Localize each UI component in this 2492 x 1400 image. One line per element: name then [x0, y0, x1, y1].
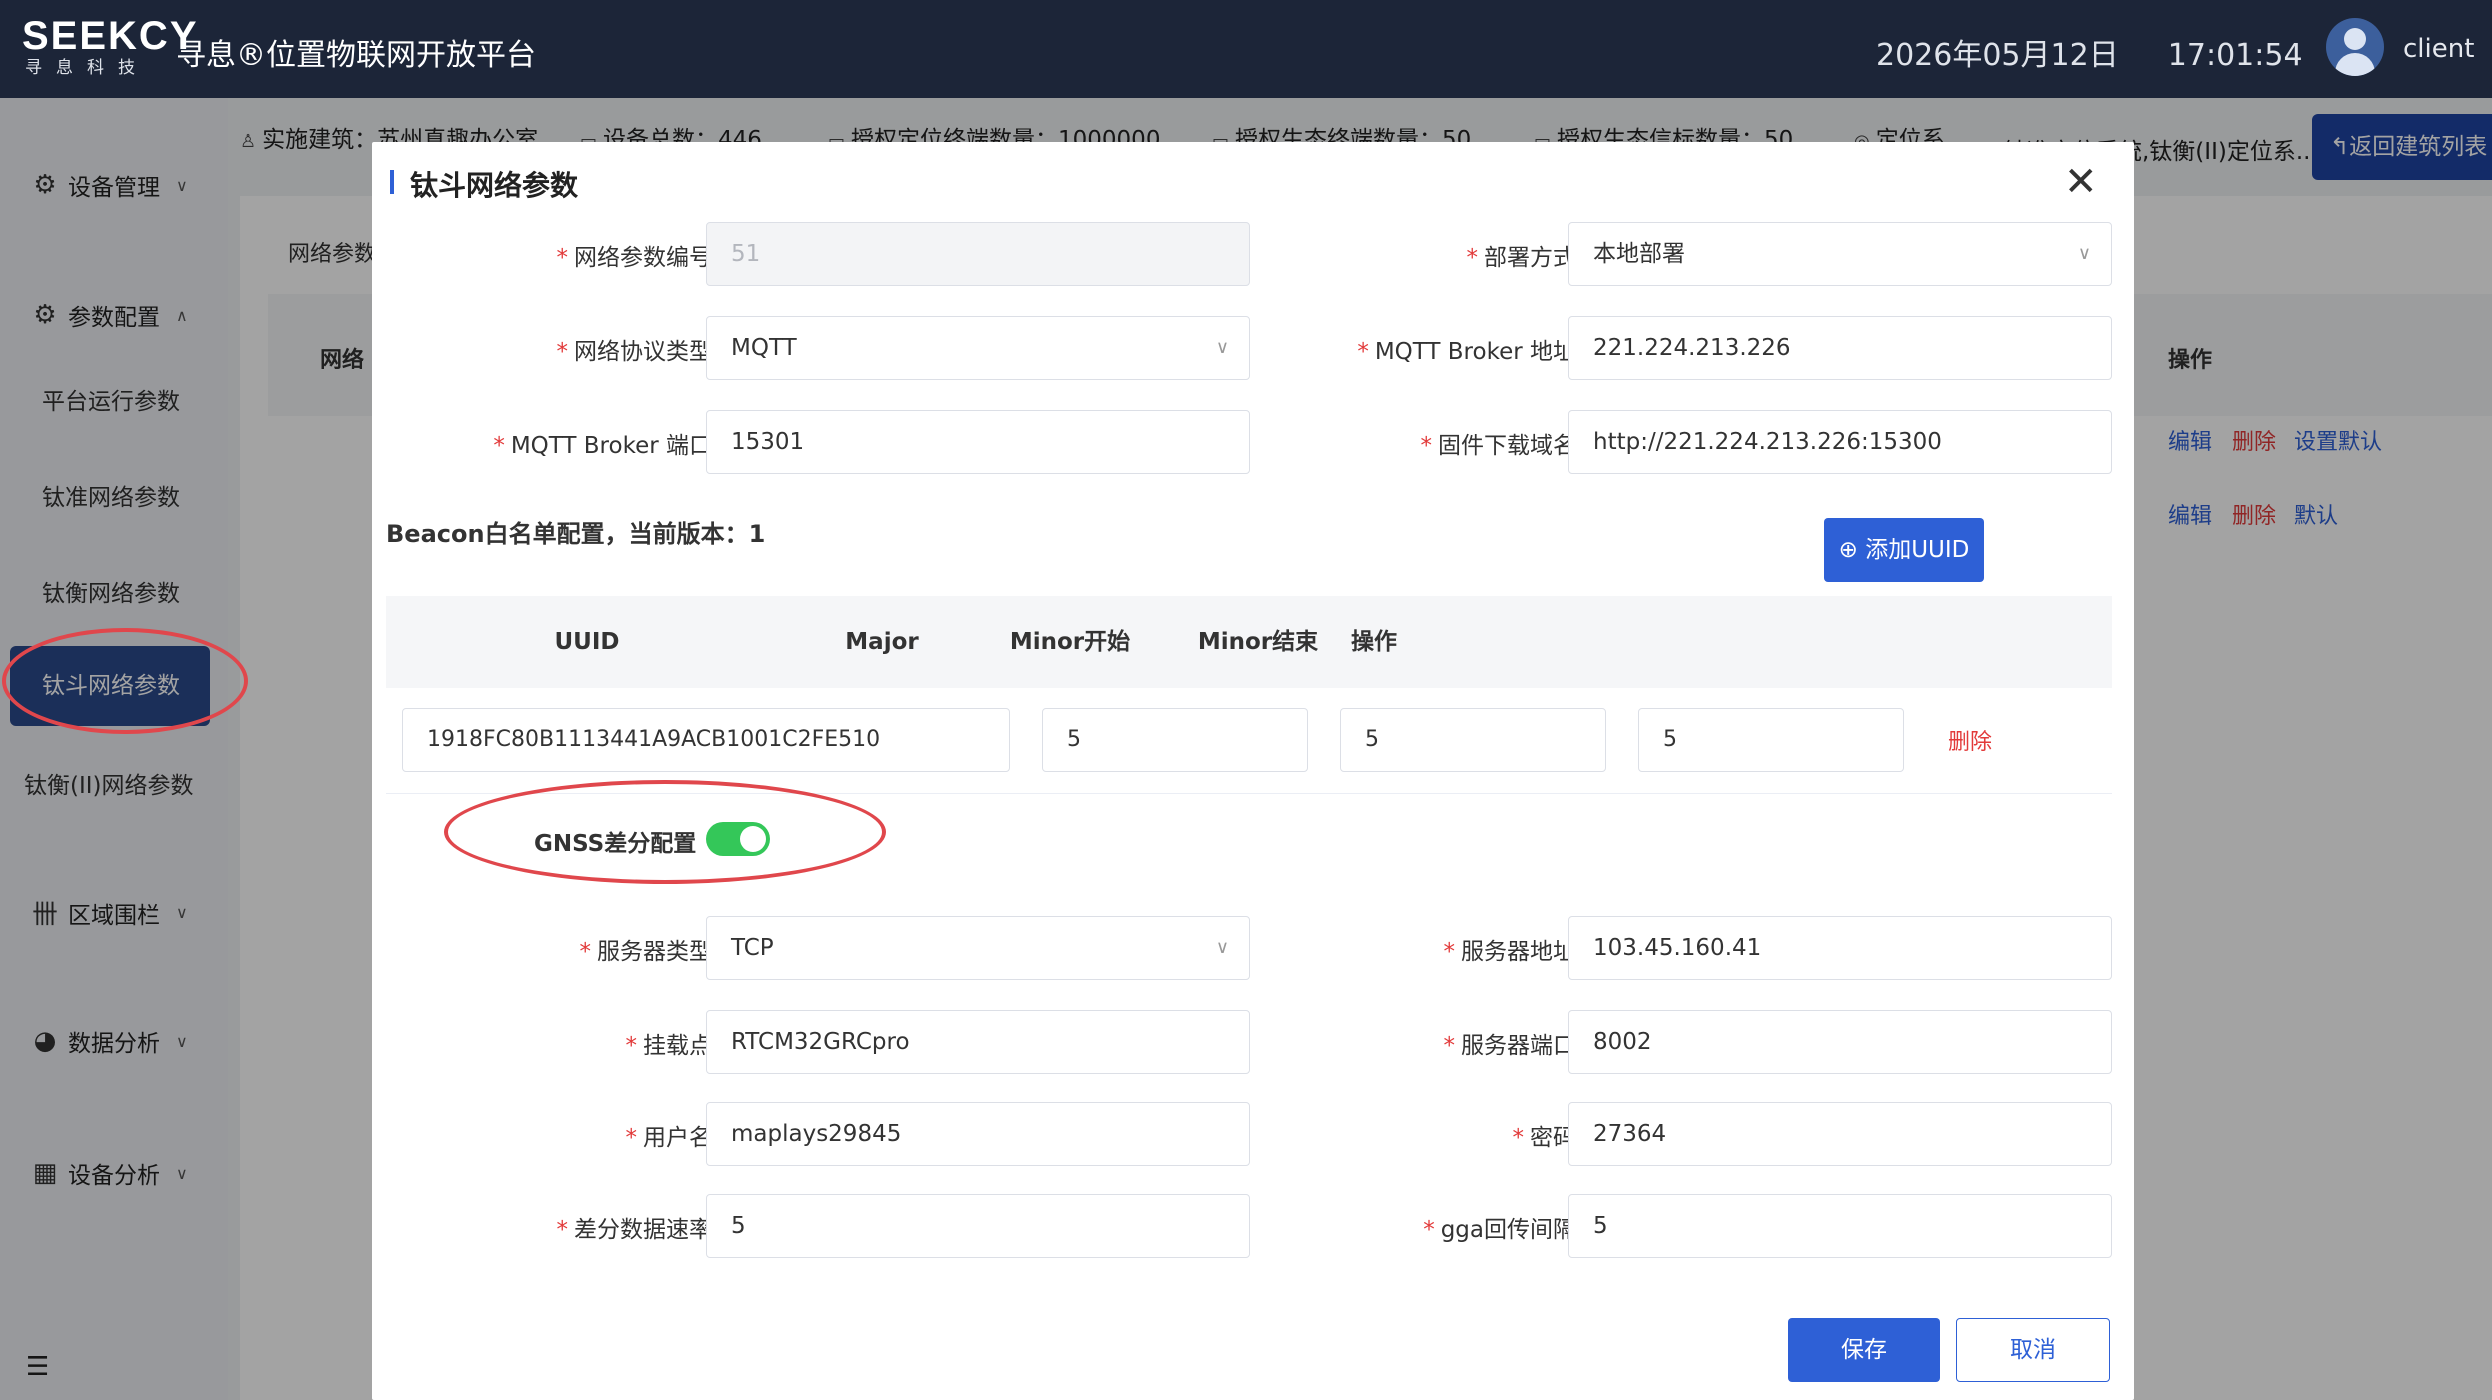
save-button[interactable]: 保存: [1788, 1318, 1940, 1382]
row-delete-link[interactable]: 删除: [1948, 724, 1992, 756]
mount-point-input[interactable]: RTCM32GRCpro: [706, 1010, 1250, 1074]
title-accent-bar: [390, 170, 394, 194]
username-label: * 用户名: [625, 1125, 713, 1151]
server-port-label: * 服务器端口: [1443, 1033, 1577, 1059]
avatar-body-shape: [2335, 53, 2375, 76]
deploy-select-value: 本地部署: [1593, 241, 1685, 267]
param-id-label: * 网络参数编号: [556, 245, 713, 271]
server-addr-label: * 服务器地址: [1443, 939, 1577, 965]
avatar[interactable]: [2326, 18, 2384, 76]
protocol-select-value: MQTT: [731, 335, 797, 361]
top-header: SEEKCY 寻息科技 寻息®位置物联网开放平台 2026年05月12日 17:…: [0, 0, 2492, 98]
gga-interval-label: * gga回传间隔: [1423, 1217, 1576, 1243]
plus-circle-icon: ⊕: [1838, 537, 1858, 563]
username-input[interactable]: maplays29845: [706, 1102, 1250, 1166]
gnss-toggle-switch[interactable]: [706, 822, 770, 856]
add-uuid-label: 添加UUID: [1865, 537, 1970, 563]
switch-knob: [740, 826, 766, 852]
server-port-input[interactable]: 8002: [1568, 1010, 2112, 1074]
logo-subtext: 寻息科技: [25, 58, 149, 78]
column-action: 操作: [1351, 629, 1397, 655]
server-type-value: TCP: [731, 935, 774, 961]
date-text: 2026年05月12日: [1876, 38, 2119, 73]
uuid-input[interactable]: 1918FC80B1113441A9ACB1001C2FE510: [402, 708, 1010, 772]
major-input[interactable]: 5: [1042, 708, 1308, 772]
column-uuid: UUID: [554, 629, 620, 655]
beacon-table-header: UUID Major Minor开始 Minor结束 操作: [386, 596, 2112, 688]
time-text: 17:01:54: [2167, 38, 2303, 73]
server-type-select[interactable]: TCP ∨: [706, 916, 1250, 980]
deploy-label: * 部署方式: [1466, 245, 1577, 271]
server-type-label: * 服务器类型: [579, 939, 713, 965]
minor-start-input[interactable]: 5: [1340, 708, 1606, 772]
diff-rate-input[interactable]: 5: [706, 1194, 1250, 1258]
column-major: Major: [845, 629, 919, 655]
deploy-select[interactable]: 本地部署 ∨: [1568, 222, 2112, 286]
chevron-down-icon: ∨: [1215, 337, 1229, 358]
gnss-config-label: GNSS差分配置: [534, 831, 697, 857]
server-addr-input[interactable]: 103.45.160.41: [1568, 916, 2112, 980]
close-icon[interactable]: ✕: [2064, 162, 2098, 202]
beacon-whitelist-title: Beacon白名单配置，当前版本：1: [386, 520, 766, 548]
column-minor-start: Minor开始: [1009, 629, 1131, 655]
logo: SEEKCY 寻息科技: [22, 14, 199, 78]
column-minor-end: Minor结束: [1197, 629, 1319, 655]
password-input[interactable]: 27364: [1568, 1102, 2112, 1166]
cancel-button[interactable]: 取消: [1956, 1318, 2110, 1382]
firmware-domain-input[interactable]: http://221.224.213.226:15300: [1568, 410, 2112, 474]
taidou-params-dialog: 钛斗网络参数 ✕ * 网络参数编号 51 * 部署方式 本地部署 ∨ * 网络协议类型 …: [372, 142, 2134, 1400]
chevron-down-icon: ∨: [2077, 243, 2091, 264]
logo-text: SEEKCY: [22, 14, 199, 58]
broker-addr-input[interactable]: 221.224.213.226: [1568, 316, 2112, 380]
protocol-select[interactable]: MQTT ∨: [706, 316, 1250, 380]
dialog-title: 钛斗网络参数: [410, 169, 579, 202]
broker-port-label: * MQTT Broker 端口: [493, 433, 712, 459]
password-label: * 密码: [1512, 1125, 1577, 1151]
avatar-head-shape: [2344, 28, 2366, 50]
broker-port-input[interactable]: 15301: [706, 410, 1250, 474]
mount-point-label: * 挂载点: [625, 1033, 713, 1059]
param-id-input: 51: [706, 222, 1250, 286]
minor-end-input[interactable]: 5: [1638, 708, 1904, 772]
firmware-domain-label: * 固件下载域名: [1420, 433, 1577, 459]
diff-rate-label: * 差分数据速率: [556, 1217, 713, 1243]
datetime: 2026年05月12日 17:01:54: [1876, 30, 2303, 74]
username[interactable]: client: [2403, 34, 2474, 64]
app-title: 寻息®位置物联网开放平台: [176, 38, 536, 73]
protocol-label: * 网络协议类型: [556, 339, 713, 365]
chevron-down-icon: ∨: [1215, 937, 1229, 958]
broker-addr-label: * MQTT Broker 地址: [1357, 339, 1576, 365]
beacon-table-row: 1918FC80B1113441A9ACB1001C2FE510 5 5 5 删…: [386, 688, 2112, 794]
add-uuid-button[interactable]: ⊕ 添加UUID: [1824, 518, 1984, 582]
gga-interval-input[interactable]: 5: [1568, 1194, 2112, 1258]
